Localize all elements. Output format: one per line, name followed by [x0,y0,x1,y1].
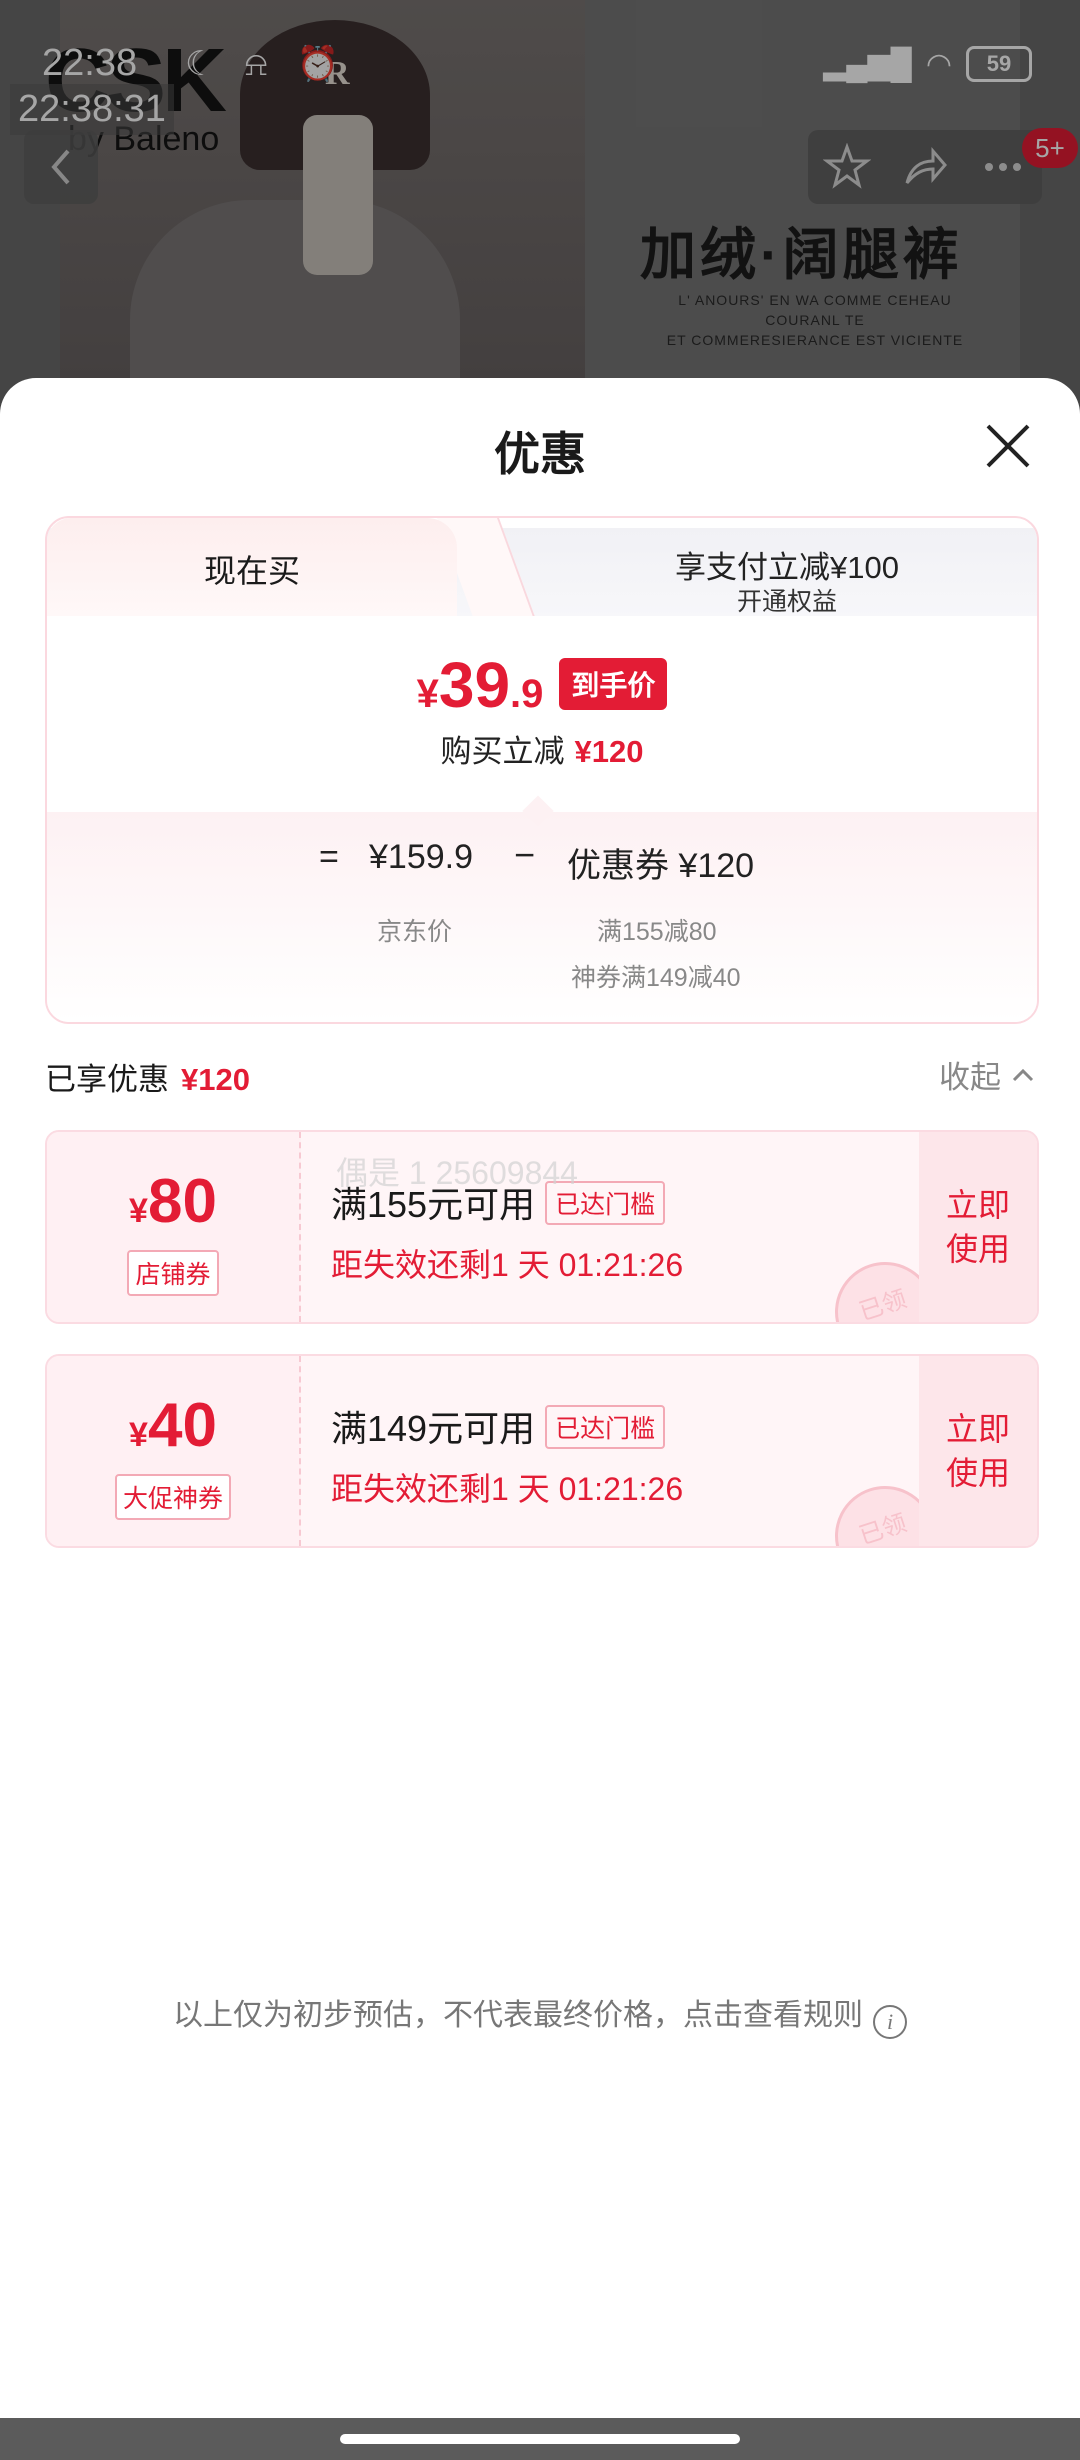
coupon-expire: 距失效还剩1 天 01:21:26 [331,1247,684,1283]
coupon-amount: ¥80 [129,1167,217,1236]
calc-price-label: 京东价 [377,918,453,946]
coupon-expire: 距失效还剩1 天 01:21:26 [331,1471,684,1507]
coupon-reached-tag: 已达门槛 [545,1405,666,1449]
price-disclaimer[interactable]: 以上仅为初步预估，不代表最终价格，点击查看规则 i [0,1990,1080,2039]
price-calculation: = ¥159.9 − 优惠券 ¥120 京东价 满155减80 神券满149减4… [47,795,1037,1022]
calc-jd-price: ¥159.9 [369,838,473,876]
price-integer: 39 [438,649,511,721]
price-card: 现在买 享支付立减¥100 开通权益 ¥ 39 .9 到手价 购买立减 ¥120 … [45,516,1039,1024]
discount-sheet: 优惠 现在买 享支付立减¥100 开通权益 ¥ 39 .9 到手价 购买立减 ¥1… [0,378,1080,2418]
home-indicator[interactable] [340,2434,740,2444]
reduction-amount: ¥120 [574,734,644,769]
sheet-title: 优惠 [494,428,586,480]
close-icon[interactable] [982,420,1034,472]
coupon-condition: 满149元可用 已达门槛 [331,1400,666,1452]
price-tabs: 现在买 享支付立减¥100 开通权益 [47,518,1037,618]
calc-equals: = [319,838,339,876]
collapse-button[interactable]: 收起 [939,1052,1035,1097]
tab-pay-discount-sub: 开通权益 [736,588,837,616]
reduction-label: 购买立减 [440,734,565,769]
calc-coupon-total: 优惠券 ¥120 [567,847,755,885]
price-decimal: .9 [510,672,544,716]
coupon-card: ¥40 大促神券 满149元可用 已达门槛 距失效还剩1 天 01:21:26 已… [45,1354,1039,1548]
enjoyed-discount: 已享优惠 ¥120 [45,1054,250,1099]
enjoyed-amount: ¥120 [181,1062,250,1097]
calc-coupon-detail-2: 神券满149减40 [571,964,741,992]
collapse-label: 收起 [939,1060,1001,1095]
final-price-block: ¥ 39 .9 到手价 购买立减 ¥120 [47,616,1037,812]
reduction-row: 购买立减 ¥120 [47,726,1037,771]
info-icon: i [873,2005,907,2039]
use-now-button[interactable]: 立即 使用 [919,1132,1037,1322]
tab-buy-now-label: 现在买 [203,553,300,589]
watermark: 偶是 1 25609844 [336,1155,578,1191]
calc-minus: − [514,834,536,875]
calc-coupon-detail-1: 满155减80 [597,918,717,946]
coupon-kind: 店铺券 [47,1250,299,1296]
final-price-tag: 到手价 [559,658,668,710]
chevron-up-icon [1012,1068,1034,1081]
final-price: ¥ 39 .9 到手价 [47,648,1037,722]
price-currency: ¥ [416,672,439,716]
coupon-amount: ¥40 [129,1391,217,1460]
use-now-button[interactable]: 立即 使用 [919,1356,1037,1546]
coupon-kind: 大促神券 [47,1474,299,1520]
tab-pay-discount-label: 享支付立减¥100 [675,550,899,585]
enjoyed-label: 已享优惠 [45,1062,169,1097]
